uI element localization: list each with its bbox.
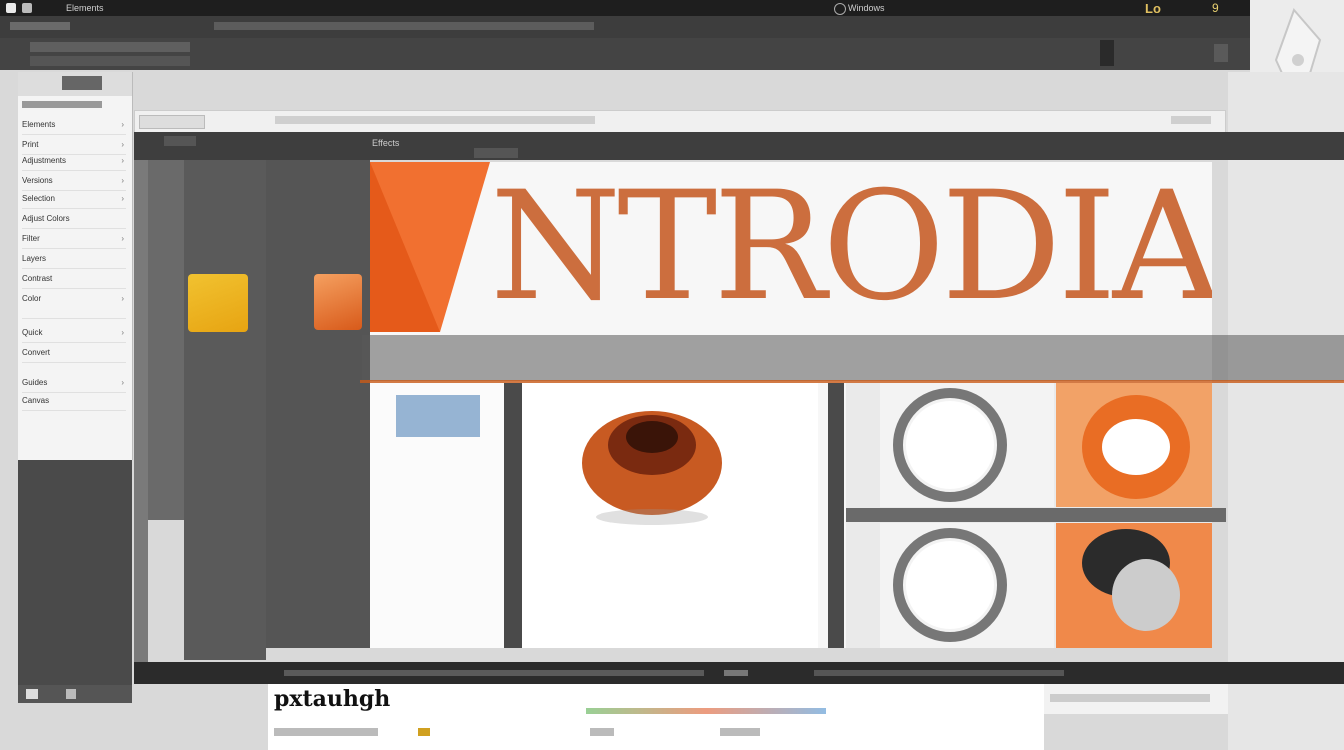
ring-image-2 (893, 528, 1007, 642)
doc-tab[interactable] (139, 115, 205, 129)
option-group[interactable] (30, 42, 190, 52)
grid-divider[interactable] (846, 508, 1226, 522)
menu-header-button[interactable] (62, 76, 102, 90)
orange-object-image (582, 411, 722, 525)
timeline-control[interactable] (724, 670, 748, 676)
secondary-column (266, 160, 370, 648)
options-bar (0, 38, 1250, 70)
chevron-right-icon: › (121, 294, 124, 303)
left-image-pane[interactable] (370, 383, 504, 648)
menu-item[interactable]: Convert (22, 344, 126, 363)
chevron-right-icon: › (121, 234, 124, 243)
document-header (134, 110, 1226, 134)
yellow-swatch[interactable] (188, 274, 248, 332)
trash-icon[interactable] (66, 689, 76, 699)
menu-item[interactable]: Filter › (22, 230, 126, 249)
chevron-right-icon: › (121, 194, 124, 203)
thumbnail-3[interactable] (880, 523, 1054, 648)
left-footer (18, 685, 132, 703)
os-top-bar: Elements Windows Lo 9 (0, 0, 1250, 16)
camera-icon[interactable] (26, 689, 38, 699)
bottom-right-controls (1044, 684, 1228, 714)
menu-item[interactable]: Adjust Colors (22, 210, 126, 229)
ring-image (893, 388, 1007, 502)
tool-column (134, 160, 148, 680)
info-icon[interactable] (418, 728, 430, 736)
menu-item[interactable]: Layers (22, 250, 126, 269)
app-logo-icon[interactable] (6, 3, 16, 13)
chevron-right-icon: › (121, 378, 124, 387)
timeline-strip[interactable] (284, 670, 704, 676)
top-right-label-2: 9 (1212, 1, 1219, 15)
layer-control[interactable] (474, 148, 518, 158)
panel-column (184, 160, 266, 660)
document-path (275, 116, 595, 124)
thumbnail-4[interactable] (1056, 523, 1212, 648)
zoom-readout (1171, 116, 1211, 124)
chevron-right-icon: › (121, 120, 124, 129)
thumbnail-2[interactable] (1056, 383, 1212, 507)
chevron-right-icon: › (121, 176, 124, 185)
blue-thumbnail[interactable] (396, 395, 480, 437)
menu-item-file[interactable] (10, 22, 70, 30)
menu-toolbar (18, 98, 132, 114)
menu-tools[interactable] (22, 101, 102, 108)
left-layers-panel (18, 460, 132, 685)
menu-item[interactable]: Selection › (22, 190, 126, 209)
center-image-pane[interactable] (522, 383, 818, 648)
pane-divider[interactable] (504, 383, 522, 648)
thumbnail-1[interactable] (880, 383, 1054, 507)
top-right-label: Lo (1145, 1, 1161, 16)
menu-item[interactable]: Color › (22, 290, 126, 319)
right-panel-edge (1228, 72, 1344, 750)
chevron-right-icon: › (121, 328, 124, 337)
control-row[interactable] (1050, 694, 1210, 702)
option-row[interactable] (274, 728, 378, 736)
menu-strip[interactable] (214, 22, 594, 30)
window-icon[interactable] (22, 3, 32, 13)
orange-swatch[interactable] (314, 274, 362, 330)
text-input-preview[interactable]: pxtauhgh (274, 686, 390, 712)
canvas-title-text: NTRODIA (490, 162, 1212, 334)
menu-item[interactable]: Elements › (22, 116, 126, 135)
color-row (586, 708, 826, 714)
bottom-toolbar (134, 662, 1344, 684)
swatch-column (148, 160, 184, 520)
transparent-strip (362, 335, 1344, 381)
timeline-strip-2[interactable] (814, 670, 1064, 676)
layer-thumb[interactable] (164, 136, 196, 146)
bottom-text-panel: pxtauhgh (268, 684, 1044, 750)
top-center-label: Windows (848, 3, 885, 13)
left-menu-panel: Elements › Print › Adjustments › Versions › … (18, 72, 133, 460)
menu-item[interactable]: Canvas (22, 392, 126, 411)
menu-bar (0, 16, 1250, 38)
chevron-right-icon: › (121, 156, 124, 165)
layer-label[interactable]: Effects (372, 138, 399, 148)
option-group-2[interactable] (30, 56, 190, 66)
search-icon[interactable] (834, 3, 846, 15)
menu-item[interactable]: Guides › (22, 374, 126, 393)
menu-header (18, 72, 132, 96)
scroll-handle[interactable] (1100, 40, 1114, 66)
layers-header: Effects (134, 132, 1344, 160)
option-row-2[interactable] (590, 728, 614, 736)
cup-image (1082, 395, 1190, 499)
app-menu-label[interactable]: Elements (66, 3, 104, 13)
dark-object-image (1082, 529, 1180, 631)
menu-item[interactable]: Contrast (22, 270, 126, 289)
menu-item[interactable]: Versions › (22, 172, 126, 191)
panel-close-icon[interactable] (1214, 44, 1228, 62)
option-row-3[interactable] (720, 728, 760, 736)
menu-item[interactable]: Adjustments › (22, 152, 126, 171)
pane-divider-2[interactable] (828, 383, 844, 648)
menu-item[interactable]: Quick › (22, 324, 126, 343)
